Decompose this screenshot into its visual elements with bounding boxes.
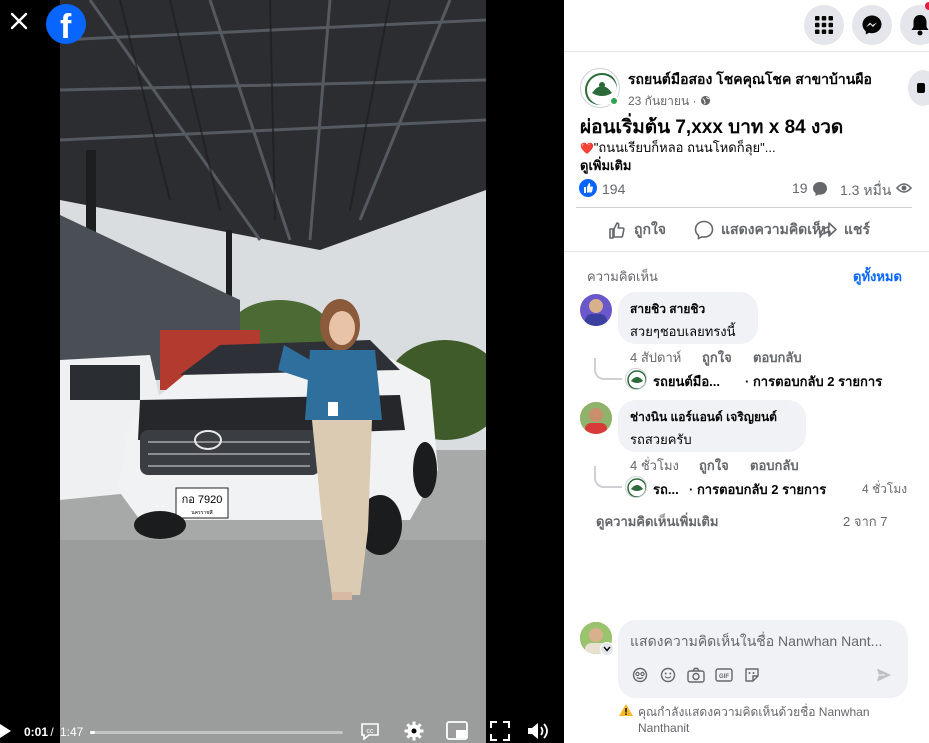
share-button[interactable]: แชร์ (818, 216, 870, 244)
eye-icon (896, 183, 912, 193)
divider (576, 207, 912, 208)
heart-emoji: ❤️ (580, 143, 594, 155)
comment-reply-link[interactable]: ตอบกลับ (753, 347, 802, 368)
thread-line (594, 466, 622, 488)
post-panel: รถยนต์มือสอง โชคคุณโชค สาขาบ้านผือ 23 กั… (564, 0, 929, 743)
divider (564, 251, 929, 252)
profile-switch-button[interactable] (600, 642, 614, 656)
comment-like-link[interactable]: ถูกใจ (702, 347, 732, 368)
messenger-icon[interactable] (852, 5, 892, 45)
comment-count[interactable]: 19 (792, 180, 808, 196)
share-icon (819, 222, 837, 238)
video-controls: 0:01 / 1:47 cc (0, 712, 564, 743)
fullscreen-icon[interactable] (490, 721, 510, 741)
reply-summary[interactable]: · การตอบกลับ 2 รายการ (745, 371, 882, 392)
facebook-logo-icon[interactable]: f (46, 4, 86, 46)
comments-pagination: 2 จาก 7 (843, 514, 888, 529)
post-text-body: "ถนนเรียบก็หลอ ถนนโหดก็ลุย"... (593, 140, 776, 155)
reply-summary[interactable]: · การตอบกลับ 2 รายการ (689, 479, 826, 500)
like-label: ถูกใจ (634, 221, 666, 237)
comments-heading: ความคิดเห็น (587, 269, 658, 284)
see-all-comments-link[interactable]: ดูทั้งหมด (853, 266, 902, 287)
play-icon[interactable] (0, 724, 12, 738)
facebook-video-viewer: กอ 7920 นครราชสี f 0:01 / 1:47 cc รถยนต์… (0, 0, 929, 743)
like-button[interactable]: ถูกใจ (608, 216, 666, 244)
comment-time[interactable]: 4 ชั่วโมง (630, 455, 679, 476)
license-plate-sub: นครราชสี (191, 509, 212, 516)
comment-time[interactable]: 4 สัปดาห์ (630, 347, 681, 368)
progress-bar[interactable] (90, 731, 343, 734)
time-separator: / (47, 725, 58, 739)
share-label: แชร์ (844, 221, 871, 237)
reply-avatar (625, 476, 647, 498)
like-reaction-icon[interactable] (579, 179, 597, 197)
online-status (609, 96, 619, 106)
warning-icon (619, 704, 633, 716)
more-comments-link[interactable]: ดูความคิดเห็นเพิ่มเติม (596, 511, 718, 532)
post-date-text: 23 กันยายน (628, 94, 690, 108)
view-count[interactable]: 1.3 หมื่น (840, 180, 891, 202)
comment-button[interactable]: แสดงความคิดเห็น (694, 216, 831, 244)
comment-text: สวยๆชอบเลยทรงนี้ (630, 324, 736, 339)
captions-icon[interactable]: cc (360, 722, 380, 740)
gif-icon[interactable]: GIF (715, 667, 733, 683)
date-separator: · (689, 94, 700, 108)
reply-author[interactable]: รถ... (653, 479, 679, 500)
video-pane: กอ 7920 นครราชสี f 0:01 / 1:47 cc (0, 0, 564, 743)
like-count[interactable]: 194 (602, 181, 625, 197)
top-bar (564, 0, 929, 52)
comment-like-link[interactable]: ถูกใจ (699, 455, 729, 476)
video-player[interactable]: กอ 7920 นครราชสี (60, 0, 486, 743)
sticker-icon[interactable] (632, 667, 648, 683)
time-total: 1:47 (60, 725, 84, 739)
bell-icon[interactable] (900, 5, 929, 45)
comment-bubble[interactable]: สายชิว สายชิว สวยๆชอบเลยทรงนี้ (618, 292, 758, 344)
progress-fill (90, 731, 96, 734)
volume-icon[interactable] (527, 721, 549, 741)
send-icon[interactable] (876, 667, 892, 683)
emoji-icon[interactable] (660, 667, 676, 683)
see-more-link[interactable]: ดูเพิ่มเติม (580, 155, 631, 176)
license-plate-text: กอ 7920 (182, 494, 223, 506)
page-name[interactable]: รถยนต์มือสอง โชคคุณโชค สาขาบ้านผือ (628, 69, 872, 91)
notification-dot (925, 2, 929, 10)
comment-bubble-icon (813, 182, 827, 196)
more-options-button[interactable] (908, 70, 929, 106)
camera-icon[interactable] (687, 667, 705, 683)
reply-author[interactable]: รถยนต์มือ... (653, 371, 720, 392)
globe-icon (700, 95, 710, 106)
composer-warning-line1: คุณกำลังแสดงความคิดเห็นด้วยชื่อ Nanwhan (638, 705, 870, 719)
comment-label: แสดงความคิดเห็น (721, 221, 831, 237)
comment-author[interactable]: สายชิว สายชิว (630, 300, 746, 319)
svg-text:cc: cc (367, 728, 375, 735)
reply-avatar (625, 368, 647, 390)
time-current: 0:01 (24, 725, 49, 739)
comment-bubble[interactable]: ช่างนิน แอร์แอนด์ เจริญยนต์ รถสวยครับ (618, 400, 806, 452)
pip-icon[interactable] (446, 721, 468, 741)
avatar[interactable] (580, 402, 612, 434)
avatar[interactable] (580, 294, 612, 326)
comment-author[interactable]: ช่างนิน แอร์แอนด์ เจริญยนต์ (630, 408, 794, 427)
post-date[interactable]: 23 กันยายน · (628, 92, 711, 111)
close-icon[interactable] (6, 9, 32, 35)
video-frame: กอ 7920 นครราชสี (60, 0, 486, 743)
thumb-up-icon (609, 222, 625, 239)
comment-icon (694, 220, 714, 240)
settings-icon[interactable] (404, 721, 424, 741)
sticker-add-icon[interactable] (744, 667, 760, 683)
svg-text:GIF: GIF (719, 674, 729, 680)
menu-grid-icon[interactable] (804, 5, 844, 45)
reply-time: 4 ชั่วโมง (862, 482, 908, 496)
comment-reply-link[interactable]: ตอบกลับ (750, 455, 799, 476)
thread-line (594, 358, 622, 380)
composer-warning-line2: Nanthanit (638, 721, 690, 735)
comment-text: รถสวยครับ (630, 432, 692, 447)
comment-input-placeholder: แสดงความคิดเห็นในชื่อ Nanwhan Nant... (630, 633, 883, 649)
